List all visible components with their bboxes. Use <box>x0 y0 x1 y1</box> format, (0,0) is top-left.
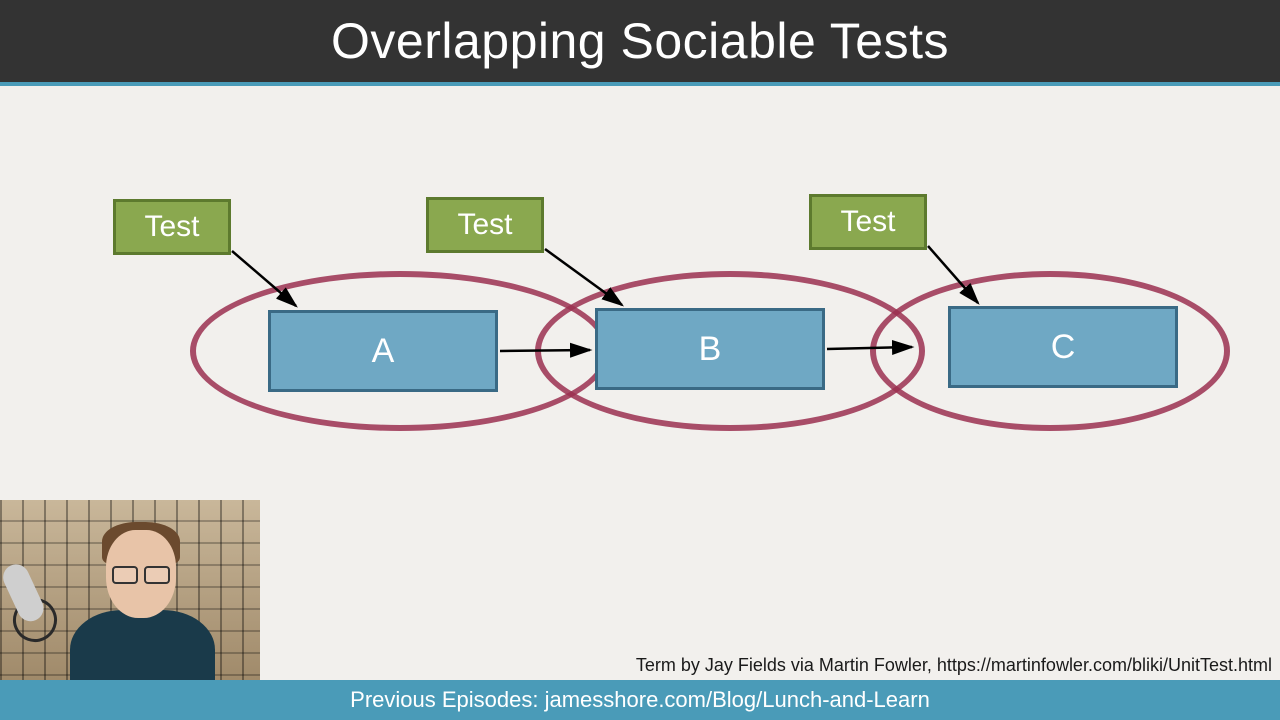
microphone-icon <box>8 560 63 640</box>
footer-bar: Previous Episodes: jamesshore.com/Blog/L… <box>0 680 1280 720</box>
attribution-text: Term by Jay Fields via Martin Fowler, ht… <box>636 655 1272 676</box>
footer-text: Previous Episodes: jamesshore.com/Blog/L… <box>350 687 930 713</box>
presenter-webcam <box>0 500 260 680</box>
page-title: Overlapping Sociable Tests <box>331 12 949 70</box>
presenter-silhouette <box>60 510 225 680</box>
header-bar: Overlapping Sociable Tests <box>0 0 1280 82</box>
